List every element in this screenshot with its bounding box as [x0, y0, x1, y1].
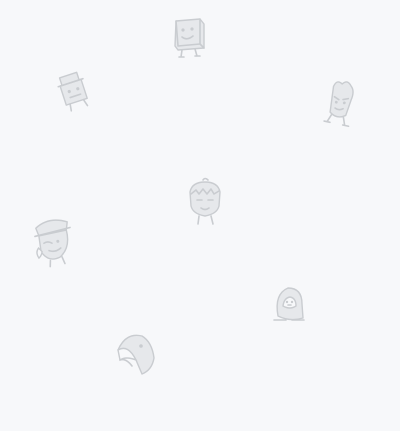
box-character-icon [170, 16, 210, 60]
girl-face-icon [184, 177, 226, 228]
tall-creature-icon [320, 78, 360, 130]
toucan-beak-icon [112, 330, 160, 378]
sailor-face-icon [30, 216, 76, 270]
hat-character-icon [52, 66, 96, 114]
doodle-background [0, 0, 400, 431]
penguin-blob-icon [270, 282, 308, 326]
